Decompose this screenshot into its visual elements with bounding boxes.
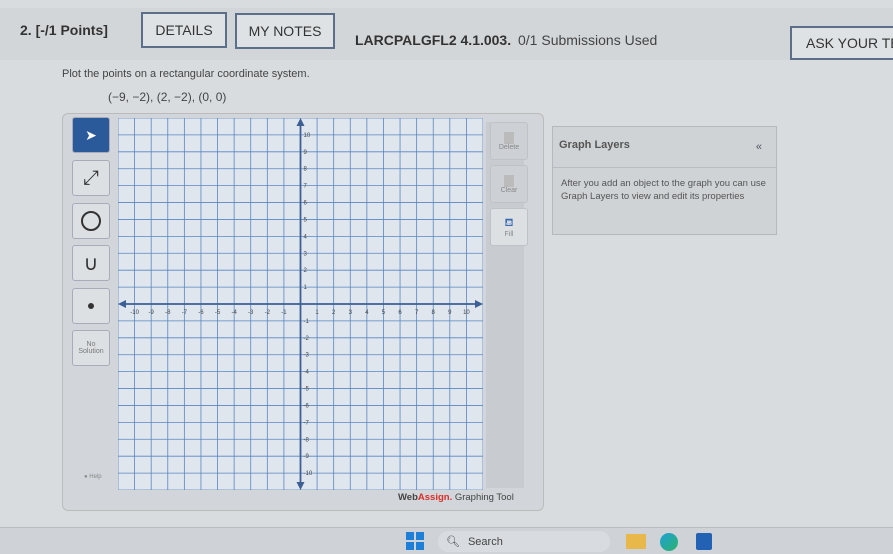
search-icon: 🔍︎ — [446, 536, 460, 548]
brand-web: Web — [398, 492, 418, 503]
divider — [553, 167, 776, 168]
my-notes-button[interactable]: MY NOTES — [235, 13, 335, 49]
select-tool-button[interactable]: ➤ — [72, 117, 110, 153]
file-explorer-icon[interactable] — [626, 534, 646, 549]
y-tick-label: -7 — [304, 420, 310, 426]
details-button[interactable]: DETAILS — [141, 12, 227, 48]
question-points: 2. [-/1 Points] — [20, 22, 108, 38]
taskbar: 🔍︎ Search — [0, 527, 893, 554]
problem-points: (−9, −2), (2, −2), (0, 0) — [108, 90, 227, 104]
taskbar-search[interactable]: 🔍︎ Search — [438, 531, 610, 552]
x-tick-label: -5 — [215, 310, 221, 316]
graph-layers-title: Graph Layers — [559, 139, 630, 151]
submissions-used: 0/1 Submissions Used — [518, 32, 658, 48]
store-icon[interactable] — [696, 533, 712, 550]
circle-tool-button[interactable] — [72, 203, 110, 239]
paint-bucket-icon: ⛾ — [504, 216, 514, 229]
edge-browser-icon[interactable] — [660, 533, 678, 551]
parabola-tool-button[interactable]: ∪ — [72, 245, 110, 281]
y-tick-label: 10 — [304, 133, 311, 139]
trash-icon — [504, 174, 514, 187]
x-tick-label: -7 — [182, 310, 188, 316]
y-tick-label: -6 — [304, 403, 310, 409]
brand-assign: Assign. — [417, 492, 453, 503]
x-tick-label: -1 — [281, 310, 287, 316]
clear-button[interactable]: Clear — [490, 165, 528, 203]
ask-your-teacher-button[interactable]: ASK YOUR TEA — [790, 26, 893, 60]
x-tick-label: -10 — [130, 310, 139, 316]
y-tick-label: -3 — [304, 353, 310, 359]
brand-tool: Graphing Tool — [452, 492, 514, 503]
x-tick-label: -4 — [231, 310, 237, 316]
graph-layers-panel: Graph Layers « After you add an object t… — [552, 126, 777, 235]
y-tick-label: -9 — [304, 454, 310, 460]
fill-button[interactable]: ⛾ Fill — [490, 208, 528, 246]
no-solution-button[interactable]: No Solution — [72, 330, 110, 366]
delete-label: Delete — [498, 143, 520, 151]
help-icon: ● — [84, 474, 88, 480]
webassign-brand: WebAssign. Graphing Tool — [398, 492, 514, 503]
y-tick-label: -4 — [304, 370, 310, 376]
graph-layers-message: After you add an object to the graph you… — [561, 178, 766, 202]
point-icon — [88, 303, 94, 309]
delete-icon — [504, 131, 514, 144]
y-tick-label: -10 — [304, 471, 313, 477]
help-label: Help — [89, 474, 102, 480]
point-tool-button[interactable] — [72, 288, 110, 324]
x-tick-label: -3 — [248, 310, 254, 316]
delete-button[interactable]: Delete — [490, 122, 528, 160]
x-tick-label: -8 — [165, 310, 171, 316]
line-tool-button[interactable]: ⤢ — [72, 160, 110, 196]
search-label: Search — [467, 535, 503, 548]
x-tick-label: 10 — [463, 310, 470, 316]
y-tick-label: -5 — [304, 387, 310, 393]
x-tick-label: -6 — [198, 310, 204, 316]
y-tick-label: -8 — [304, 437, 310, 443]
problem-prompt: Plot the points on a rectangular coordin… — [62, 68, 310, 80]
parabola-icon: ∪ — [83, 252, 99, 275]
line-icon: ⤢ — [83, 166, 99, 189]
y-tick-label: -1 — [304, 319, 310, 325]
clear-label: Clear — [500, 186, 518, 194]
windows-start-icon[interactable] — [406, 532, 424, 550]
y-tick-label: -2 — [304, 336, 310, 342]
pointer-icon: ➤ — [85, 126, 97, 143]
fill-label: Fill — [504, 230, 514, 238]
problem-code: LARCPALGFL2 4.1.003. — [355, 32, 512, 48]
x-tick-label: -9 — [149, 310, 155, 316]
collapse-icon[interactable]: « — [756, 141, 762, 153]
circle-icon — [81, 211, 101, 231]
coordinate-grid[interactable]: -10 -10 -9 -9 -8 -8 -7 -7 -6 -6 -5 -5 -4 -4 -3 -3 -2 -2 -1… — [118, 118, 483, 490]
x-tick-label: -2 — [265, 310, 271, 316]
help-link[interactable]: ● Help — [84, 474, 102, 480]
